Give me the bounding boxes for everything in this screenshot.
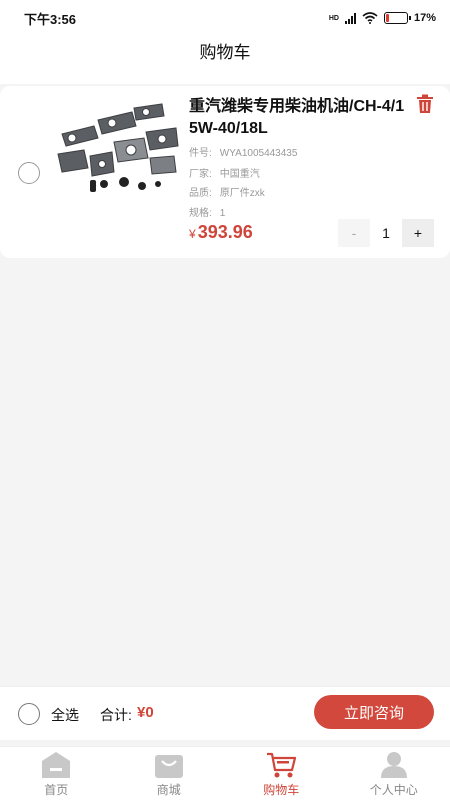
price-value: 393.96 [197, 222, 253, 242]
select-all-radio[interactable] [18, 703, 40, 725]
tab-profile-label: 个人中心 [369, 783, 418, 797]
checkout-bar: 全选 合计: ¥0 立即咨询 [0, 686, 450, 740]
cart-item: 重汽潍柴专用柴油机油/CH-4/15W-40/18L 件号: WYA1005443… [0, 86, 450, 258]
home-icon [42, 752, 71, 778]
wifi-icon [362, 12, 378, 24]
status-time: 下午3:56 [24, 11, 77, 27]
item-select-radio[interactable] [18, 162, 40, 184]
increase-button[interactable]: + [402, 219, 434, 247]
status-icons: HD 17% [329, 12, 436, 24]
product-title[interactable]: 重汽潍柴专用柴油机油/CH-4/15W-40/18L [189, 96, 407, 140]
decrease-button[interactable]: - [338, 219, 370, 247]
page-title: 购物车 [199, 43, 251, 62]
battery-icon [383, 12, 411, 24]
quantity-value[interactable]: 1 [370, 225, 402, 241]
status-bar: 下午3:56 HD 17% [0, 0, 450, 36]
tab-mall[interactable]: 商城 [113, 747, 226, 800]
bottom-tab-bar: 首页 商城 购物车 个人中心 [0, 746, 450, 800]
page-header: 购物车 [0, 36, 450, 84]
attr-spec: 规格: 1 [189, 208, 226, 219]
total-value: ¥0 [137, 704, 154, 721]
battery-fill [385, 14, 390, 22]
attr-quality: 品质: 原厂件zxk [189, 188, 265, 199]
tab-mall-label: 商城 [156, 783, 181, 797]
attr-part-number: 件号: WYA1005443435 [189, 148, 298, 159]
signal-icon [344, 12, 356, 24]
tab-profile[interactable]: 个人中心 [338, 747, 450, 800]
attr-manufacturer: 厂家: 中国重汽 [189, 169, 260, 180]
quantity-stepper: - 1 + [338, 219, 434, 247]
shopping-bag-icon [154, 755, 183, 778]
consult-button[interactable]: 立即咨询 [314, 695, 434, 729]
tab-home-label: 首页 [44, 783, 69, 797]
battery-percent: 17% [413, 12, 436, 24]
select-all-label[interactable]: 全选 [51, 705, 79, 725]
price-currency: ¥ [189, 227, 196, 241]
product-image[interactable] [54, 98, 180, 198]
person-icon [380, 752, 407, 778]
trash-icon[interactable] [416, 94, 434, 114]
total-label: 合计: [100, 707, 132, 723]
cart-icon [267, 752, 297, 778]
tab-cart-label: 购物车 [263, 783, 300, 797]
item-price: ¥393.96 [189, 222, 253, 243]
network-label: HD [328, 14, 339, 22]
tab-cart[interactable]: 购物车 [225, 747, 338, 800]
tab-home[interactable]: 首页 [0, 747, 113, 800]
